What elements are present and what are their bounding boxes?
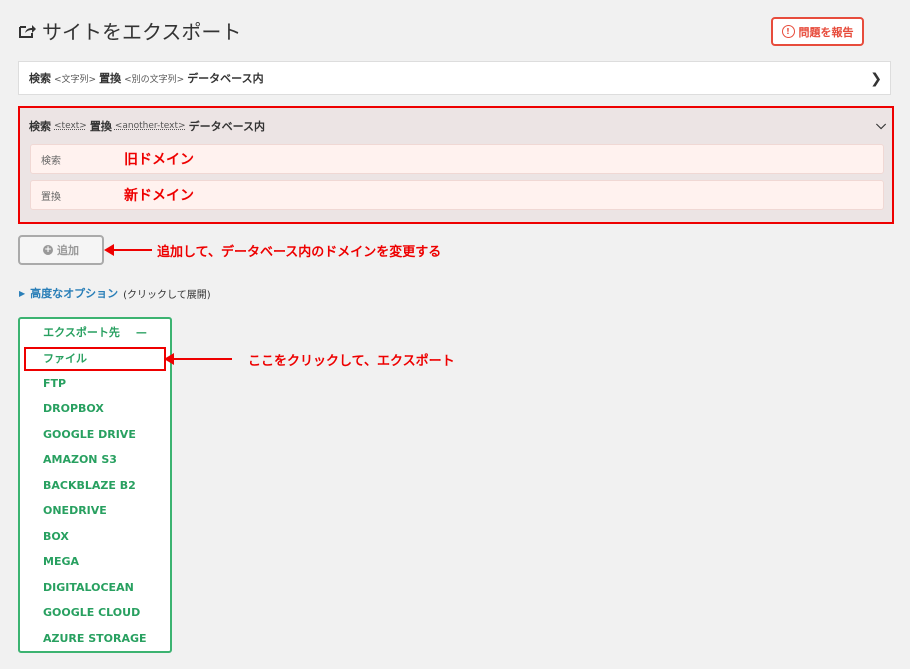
page-header: サイトをエクスポート [18,16,241,45]
advanced-options-link[interactable]: 高度なオプション [30,285,118,301]
replace-label: 置換 [99,72,122,85]
arrow-annotation [104,244,152,256]
database-suffix: データベース内 [188,120,266,133]
database-suffix: データベース内 [187,72,264,85]
search-replace-header[interactable]: 検索 <text> 置換 <another-text> データベース内 ⌵ [20,108,892,144]
replace-label: 置換 [89,120,112,133]
export-item-azure-storage[interactable]: AZURE STORAGE [20,626,170,652]
export-item-ftp[interactable]: FTP [20,371,170,397]
collapse-icon[interactable]: — [136,326,147,339]
page-title: サイトをエクスポート [42,20,242,44]
export-item-digitalocean[interactable]: DIGITALOCEAN [20,575,170,601]
replace-field-value[interactable]: 新ドメイン [124,185,194,205]
add-annotation-text: 追加して、データベース内のドメインを変更する [157,245,442,260]
export-item-mega[interactable]: MEGA [20,549,170,575]
export-item-dropbox[interactable]: DROPBOX [20,396,170,422]
search-replace-row[interactable]: 検索 <文字列> 置換 <別の文字列> データベース内 ❯ [18,61,891,95]
search-label: 検索 [29,120,51,133]
export-item-google-drive[interactable]: GOOGLE DRIVE [20,422,170,448]
replace-field[interactable]: 置換 新ドメイン [30,180,884,210]
search-placeholder: <文字列> [54,74,97,85]
export-item-backblaze-b2[interactable]: BACKBLAZE B2 [20,473,170,499]
triangle-right-icon: ▶ [19,288,26,298]
replace-field-label: 置換 [41,191,61,203]
advanced-options[interactable]: ▶ 高度なオプション (クリックして展開) [19,285,211,301]
chevron-down-icon[interactable]: ⌵ [876,118,886,133]
search-label: 検索 [29,72,51,85]
export-item-google-cloud[interactable]: GOOGLE CLOUD [20,600,170,626]
search-field[interactable]: 検索 旧ドメイン [30,144,884,174]
arrow-annotation [164,353,232,365]
search-field-label: 検索 [41,155,61,167]
report-problem-label: 問題を報告 [798,25,854,39]
plus-icon: + [43,245,53,255]
search-placeholder: <text> [54,121,87,131]
replace-placeholder: <another-text> [114,121,186,131]
export-icon [18,23,36,39]
export-header[interactable]: エクスポート先 — [20,319,170,345]
chevron-right-icon[interactable]: ❯ [870,71,882,87]
export-item-box[interactable]: BOX [20,524,170,550]
search-replace-expanded: 検索 <text> 置換 <another-text> データベース内 ⌵ 検索… [18,106,894,224]
replace-placeholder: <別の文字列> [124,74,185,85]
advanced-options-note: (クリックして展開) [123,289,211,301]
export-item-onedrive[interactable]: ONEDRIVE [20,498,170,524]
add-button[interactable]: + 追加 [18,235,104,265]
export-annotation-text: ここをクリックして、エクスポート [248,354,455,369]
report-problem-button[interactable]: ! 問題を報告 [771,17,864,46]
alert-icon: ! [781,25,795,38]
file-highlight [24,347,166,371]
export-item-amazon-s3[interactable]: AMAZON S3 [20,447,170,473]
export-header-label: エクスポート先 [43,326,120,339]
add-button-label: 追加 [57,244,79,257]
search-field-value[interactable]: 旧ドメイン [124,149,194,169]
